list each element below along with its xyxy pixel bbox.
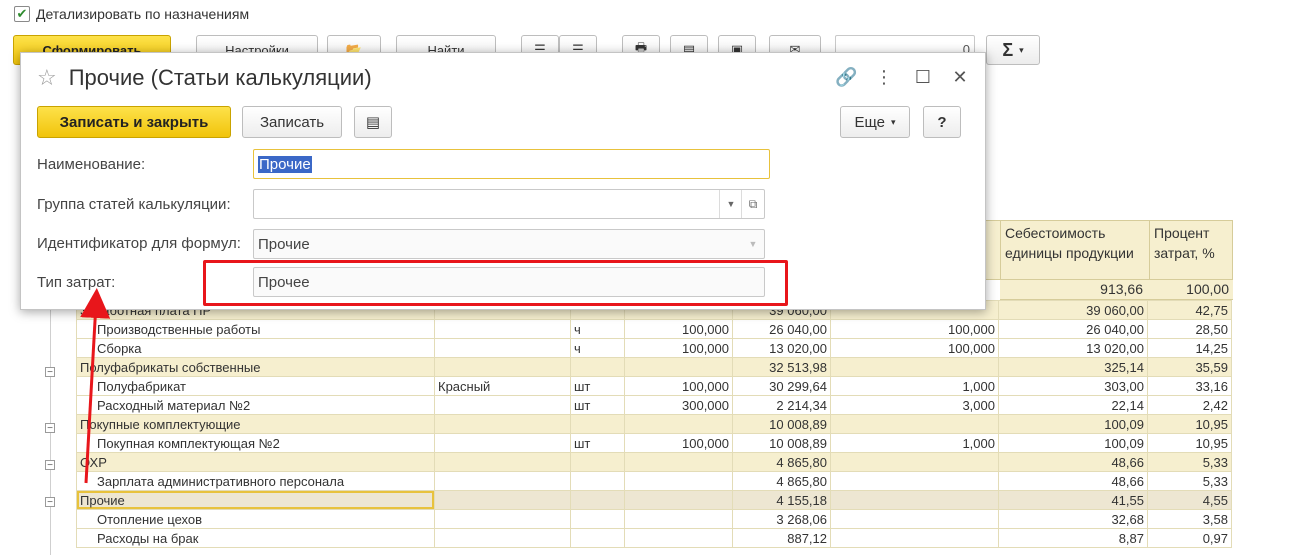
annotation-arrow: [80, 288, 111, 484]
